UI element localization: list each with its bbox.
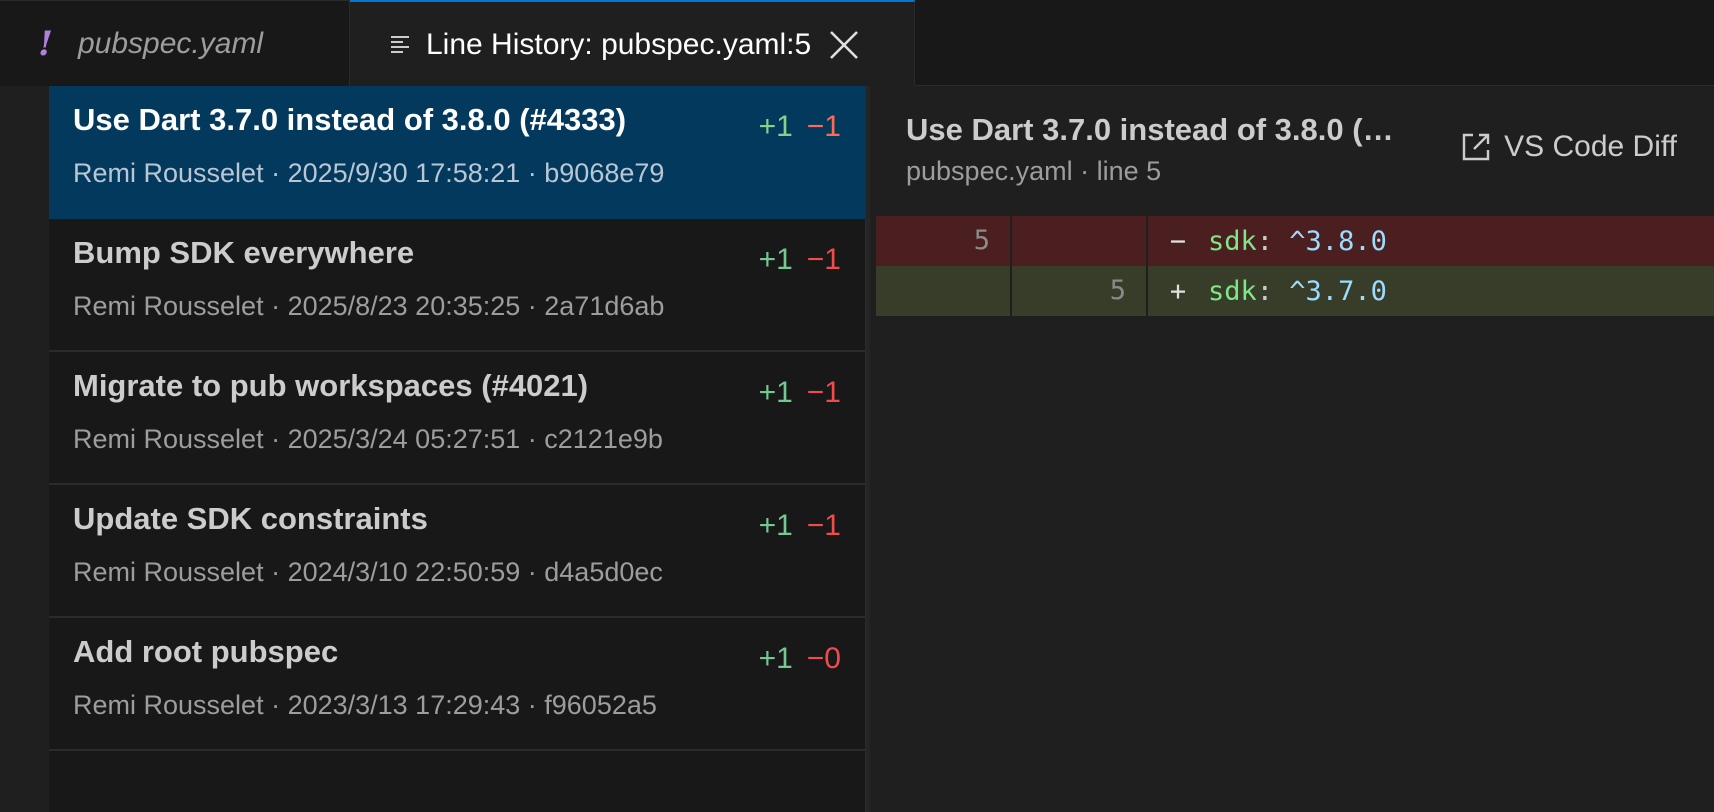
commit-title: Use Dart 3.7.0 instead of 3.8.0 (#4333) xyxy=(73,102,627,137)
lines-removed: −1 xyxy=(806,243,841,276)
left-gutter xyxy=(0,86,49,812)
diff-code: sdk: ^3.7.0 xyxy=(1208,276,1387,307)
old-line-number: 5 xyxy=(876,216,1012,266)
lines-added: +1 xyxy=(758,243,793,276)
commit-item[interactable]: Migrate to pub workspaces (#4021) Remi R… xyxy=(49,352,865,485)
commit-stats: +1 −1 xyxy=(759,509,841,543)
commit-detail-pane: Use Dart 3.7.0 instead of 3.8.0 (#4333) … xyxy=(870,86,1714,812)
tab-label: pubspec.yaml xyxy=(78,26,264,60)
diff-sign: + xyxy=(1169,275,1187,307)
diff-line-added: 5 + sdk: ^3.7.0 xyxy=(876,266,1714,316)
lines-added: +1 xyxy=(758,110,793,143)
code-separator: : xyxy=(1256,225,1290,257)
lines-removed: −1 xyxy=(806,509,841,542)
commit-stats: +1 −1 xyxy=(759,376,841,410)
close-icon[interactable] xyxy=(827,28,861,62)
commit-list: Use Dart 3.7.0 instead of 3.8.0 (#4333) … xyxy=(49,86,865,812)
tab-line-history[interactable]: Line History: pubspec.yaml:5 xyxy=(350,0,915,87)
code-key: sdk xyxy=(1208,275,1257,307)
commit-item[interactable]: Use Dart 3.7.0 instead of 3.8.0 (#4333) … xyxy=(49,86,865,219)
commit-meta: Remi Rousselet · 2024/3/10 22:50:59 · d4… xyxy=(73,557,663,587)
diff-code: sdk: ^3.8.0 xyxy=(1208,226,1387,257)
commit-title: Migrate to pub workspaces (#4021) xyxy=(73,368,589,403)
diff-line-removed: 5 − sdk: ^3.8.0 xyxy=(876,216,1714,266)
diff-button-label: VS Code Diff xyxy=(1504,130,1677,163)
commit-meta: Remi Rousselet · 2025/3/24 05:27:51 · c2… xyxy=(73,424,663,454)
lines-added: +1 xyxy=(758,642,793,675)
editor-tab-bar: ! pubspec.yaml Line History: pubspec.yam… xyxy=(0,0,1714,87)
warning-exclamation-icon: ! xyxy=(38,23,53,64)
lines-removed: −1 xyxy=(806,110,841,143)
commit-meta: Remi Rousselet · 2023/3/13 17:29:43 · f9… xyxy=(73,690,657,720)
code-key: sdk xyxy=(1208,225,1257,257)
detail-subtitle: pubspec.yaml · line 5 xyxy=(906,156,1162,186)
commit-title: Update SDK constraints xyxy=(73,501,428,536)
diff-sign: − xyxy=(1169,225,1187,257)
detail-title: Use Dart 3.7.0 instead of 3.8.0 (#4333) xyxy=(906,112,1396,147)
code-value: ^3.8.0 xyxy=(1289,225,1387,257)
commit-title: Bump SDK everywhere xyxy=(73,235,415,270)
commit-meta: Remi Rousselet · 2025/9/30 17:58:21 · b9… xyxy=(73,158,665,188)
old-line-number xyxy=(876,266,1012,316)
commit-item[interactable]: Update SDK constraints Remi Rousselet · … xyxy=(49,485,865,618)
lines-removed: −0 xyxy=(806,642,841,675)
lines-added: +1 xyxy=(758,509,793,542)
diff-view: 5 − sdk: ^3.8.0 5 + sdk: ^3.7.0 xyxy=(876,216,1714,316)
lines-added: +1 xyxy=(758,376,793,409)
vs-code-diff-button[interactable]: VS Code Diff xyxy=(1460,130,1677,164)
lines-removed: −1 xyxy=(806,376,841,409)
commit-stats: +1 −1 xyxy=(759,243,841,277)
tab-pubspec-yaml[interactable]: ! pubspec.yaml xyxy=(0,0,350,86)
commit-item[interactable]: Add root pubspec Remi Rousselet · 2023/3… xyxy=(49,618,865,751)
commit-title: Add root pubspec xyxy=(73,634,339,669)
commit-item[interactable]: Bump SDK everywhere Remi Rousselet · 202… xyxy=(49,219,865,352)
lines-icon xyxy=(391,35,409,53)
tab-label: Line History: pubspec.yaml:5 xyxy=(426,27,812,61)
external-link-icon xyxy=(1462,133,1490,161)
code-separator: : xyxy=(1256,275,1290,307)
commit-meta: Remi Rousselet · 2025/8/23 20:35:25 · 2a… xyxy=(73,291,665,321)
code-value: ^3.7.0 xyxy=(1289,275,1387,307)
new-line-number: 5 xyxy=(1012,266,1148,316)
commit-stats: +1 −0 xyxy=(759,642,841,676)
commit-stats: +1 −1 xyxy=(759,110,841,144)
new-line-number xyxy=(1012,216,1148,266)
